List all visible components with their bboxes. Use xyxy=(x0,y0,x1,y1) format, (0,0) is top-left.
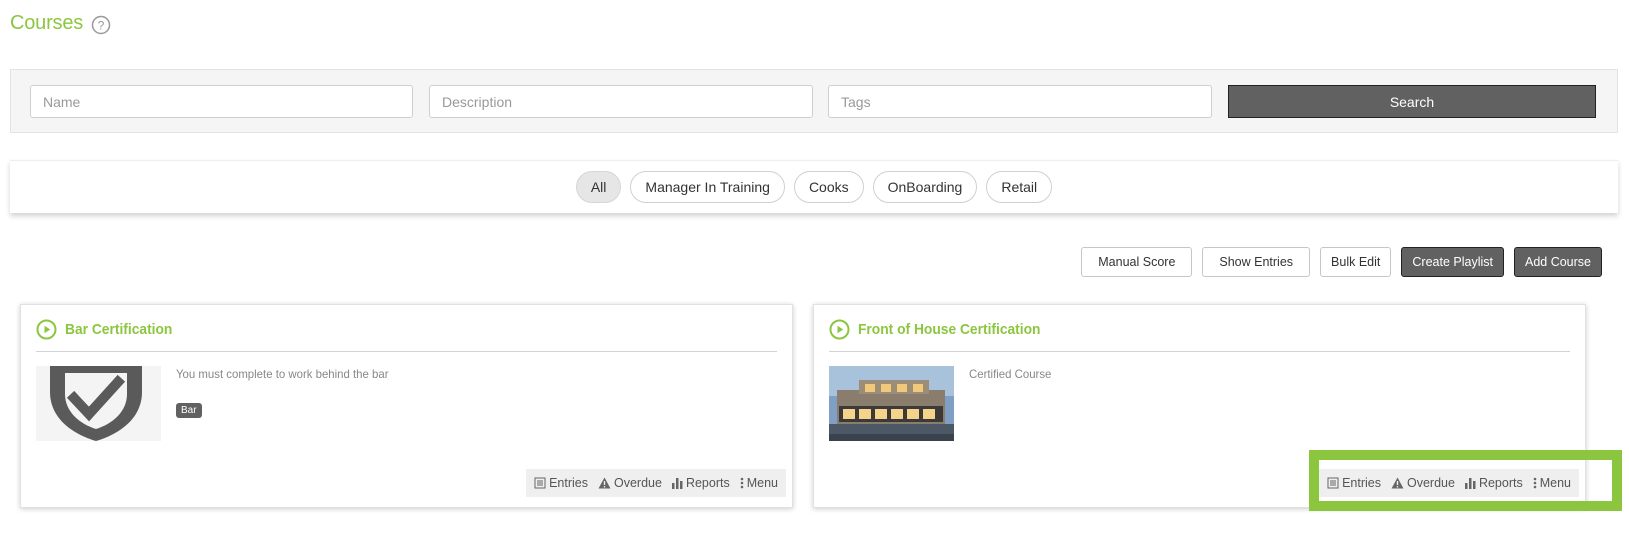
divider xyxy=(829,351,1570,352)
reports-link[interactable]: Reports xyxy=(671,476,730,490)
bar-chart-icon xyxy=(1464,478,1476,489)
list-icon xyxy=(1327,477,1339,489)
overdue-label: Overdue xyxy=(1406,476,1455,490)
name-search-input[interactable] xyxy=(30,85,413,118)
overdue-link[interactable]: Overdue xyxy=(1391,476,1455,490)
course-card: Bar Certification You must complete to w… xyxy=(20,304,793,508)
entries-label: Entries xyxy=(1342,476,1381,490)
description-search-input[interactable] xyxy=(429,85,813,118)
filter-onboarding[interactable]: OnBoarding xyxy=(872,171,978,203)
kebab-menu-icon xyxy=(740,477,744,489)
divider xyxy=(36,351,777,352)
course-card-footer: Entries Overdue Reports Menu xyxy=(1319,469,1579,497)
reports-link[interactable]: Reports xyxy=(1464,476,1523,490)
filter-manager-in-training[interactable]: Manager In Training xyxy=(630,171,785,203)
course-actions: Manual Score Show Entries Bulk Edit Crea… xyxy=(1081,247,1602,277)
category-filter-bar: All Manager In Training Cooks OnBoarding… xyxy=(10,160,1618,213)
course-card: Front of House Certification Certified C… xyxy=(813,304,1586,508)
course-thumbnail xyxy=(36,366,161,441)
entries-label: Entries xyxy=(549,476,588,490)
menu-link[interactable]: Menu xyxy=(740,476,778,490)
overdue-label: Overdue xyxy=(613,476,662,490)
kebab-menu-icon xyxy=(1533,477,1537,489)
reports-label: Reports xyxy=(685,476,730,490)
course-thumbnail xyxy=(829,366,954,441)
bulk-edit-button[interactable]: Bulk Edit xyxy=(1320,247,1392,277)
show-entries-button[interactable]: Show Entries xyxy=(1202,247,1311,277)
course-card-header[interactable]: Front of House Certification xyxy=(829,319,1056,340)
overdue-link[interactable]: Overdue xyxy=(598,476,662,490)
filter-all[interactable]: All xyxy=(575,171,622,203)
filter-cooks[interactable]: Cooks xyxy=(793,171,864,203)
reports-label: Reports xyxy=(1478,476,1523,490)
filter-retail[interactable]: Retail xyxy=(986,171,1053,203)
search-panel: Search xyxy=(10,69,1618,133)
play-icon[interactable] xyxy=(36,319,57,340)
entries-link[interactable]: Entries xyxy=(1327,476,1381,490)
manual-score-button[interactable]: Manual Score xyxy=(1081,247,1193,277)
course-tag[interactable]: Bar xyxy=(176,403,202,418)
course-card-footer: Entries Overdue Reports Menu xyxy=(526,469,786,497)
menu-label: Menu xyxy=(1539,476,1571,490)
tags-search-input[interactable] xyxy=(828,85,1212,118)
svg-text:?: ? xyxy=(98,19,105,33)
shield-check-icon xyxy=(50,366,142,441)
list-icon xyxy=(534,477,546,489)
building-photo xyxy=(829,366,954,441)
page-title: Courses xyxy=(10,12,84,34)
play-icon[interactable] xyxy=(829,319,850,340)
course-card-header[interactable]: Bar Certification xyxy=(36,319,182,340)
page-header: Courses ? xyxy=(10,12,111,35)
entries-link[interactable]: Entries xyxy=(534,476,588,490)
warning-icon xyxy=(1391,477,1404,489)
help-icon[interactable]: ? xyxy=(91,15,111,35)
course-description: Certified Course xyxy=(969,367,1052,381)
course-description: You must complete to work behind the bar xyxy=(176,367,389,381)
course-title[interactable]: Front of House Certification xyxy=(858,321,1040,338)
create-playlist-button[interactable]: Create Playlist xyxy=(1401,247,1504,277)
menu-label: Menu xyxy=(746,476,778,490)
add-course-button[interactable]: Add Course xyxy=(1513,247,1602,277)
bar-chart-icon xyxy=(671,478,683,489)
warning-icon xyxy=(598,477,611,489)
menu-link[interactable]: Menu xyxy=(1533,476,1571,490)
course-title[interactable]: Bar Certification xyxy=(65,321,172,338)
search-button[interactable]: Search xyxy=(1228,85,1596,118)
